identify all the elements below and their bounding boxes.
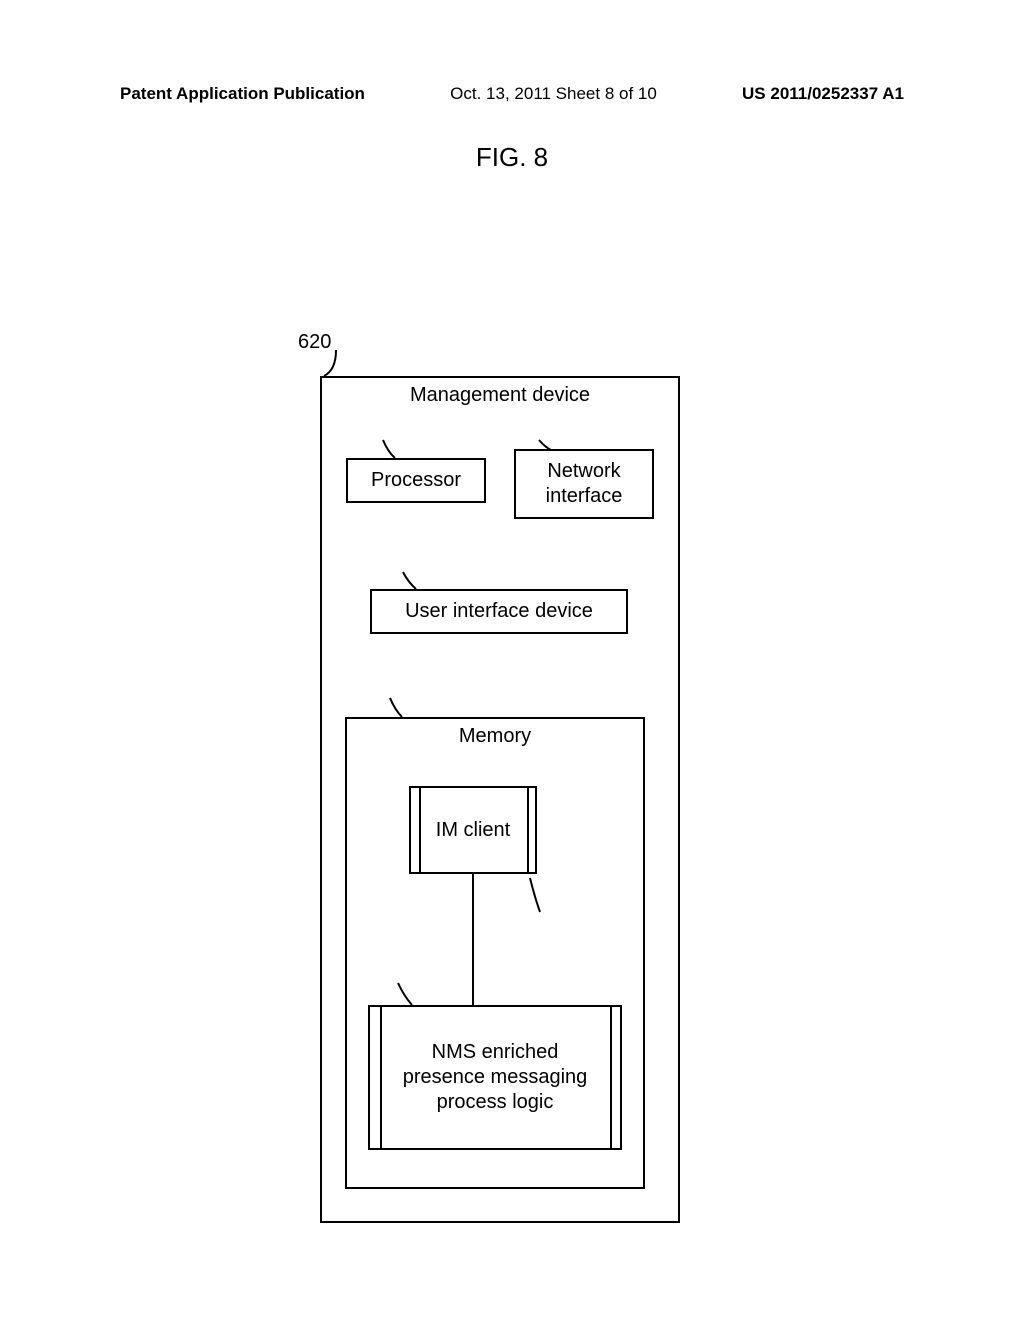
im-client-label: IM client: [436, 818, 510, 843]
user-interface-box: User interface device: [370, 589, 628, 634]
label-620: 620: [298, 331, 331, 354]
nms-inner-left: [380, 1005, 382, 1150]
nms-inner-right: [610, 1005, 612, 1150]
memory-label: Memory: [459, 725, 531, 748]
nms-label: NMS enriched presence messaging process …: [388, 1040, 602, 1115]
header-right: US 2011/0252337 A1: [742, 84, 904, 104]
figure-title: FIG. 8: [0, 142, 1024, 173]
header-mid: Oct. 13, 2011 Sheet 8 of 10: [450, 84, 657, 104]
page-header: Patent Application Publication Oct. 13, …: [0, 84, 1024, 104]
im-client-box: IM client: [409, 786, 537, 874]
network-interface-box: Network interface: [514, 449, 654, 519]
management-device-title: Management device: [410, 384, 590, 407]
im-client-inner-left: [419, 786, 421, 874]
network-interface-label: Network interface: [516, 459, 652, 509]
nms-box: NMS enriched presence messaging process …: [368, 1005, 622, 1150]
user-interface-label: User interface device: [405, 599, 593, 624]
header-left: Patent Application Publication: [120, 84, 365, 104]
processor-box: Processor: [346, 458, 486, 503]
im-client-inner-right: [527, 786, 529, 874]
processor-label: Processor: [371, 468, 461, 493]
